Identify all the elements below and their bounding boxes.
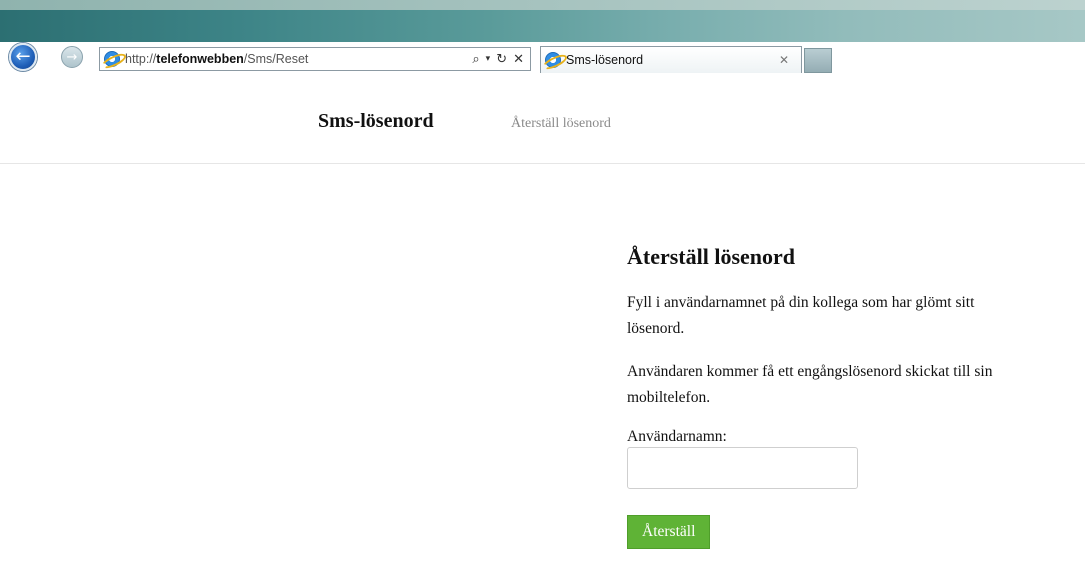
address-bar[interactable]: http://telefonwebben/Sms/Reset ⌕ ▾ ↻ ✕ [99,47,531,71]
search-icon[interactable]: ⌕ [472,52,479,67]
forward-button[interactable]: → [61,46,83,68]
forward-icon: → [66,49,78,65]
refresh-icon[interactable]: ↻ [496,52,507,67]
nav-link-reset[interactable]: Återställ lösenord [511,116,611,132]
url-prefix: http:// [125,52,157,66]
url-path: /Sms/Reset [243,52,309,66]
ie-icon [104,51,120,67]
url-host: telefonwebben [156,52,244,66]
site-navbar: Sms-lösenord Återställ lösenord [0,88,1085,164]
browser-chrome: ← → http://telefonwebben/Sms/Reset ⌕ ▾ ↻… [0,0,1085,88]
address-tools: ⌕ ▾ ↻ ✕ [472,52,524,67]
dropdown-icon[interactable]: ▾ [486,54,491,64]
tab-close-icon[interactable]: ✕ [779,53,789,67]
tab-title: Sms-lösenord [566,53,644,67]
window-top-strip [0,0,1085,10]
url-text: http://telefonwebben/Sms/Reset [125,52,308,66]
new-tab-button[interactable] [804,48,832,73]
brand-title[interactable]: Sms-lösenord [318,110,434,133]
ie-icon [545,52,561,68]
username-label: Användarnamn: [627,428,727,445]
reset-form: Återställ lösenord Fyll i användarnamnet… [627,244,1027,549]
username-input[interactable] [627,447,858,489]
tab-sms-losenord[interactable]: Sms-lösenord ✕ [540,46,802,73]
page-title: Återställ lösenord [627,244,796,269]
back-button[interactable]: ← [9,43,37,71]
stop-icon[interactable]: ✕ [513,52,524,67]
instruction-text-2: Användaren kommer få ett engångslösenord… [627,363,993,406]
instruction-text-1: Fyll i användarnamnet på din kollega som… [627,294,975,337]
back-icon: ← [15,46,31,67]
reset-button[interactable]: Återställ [627,515,711,549]
